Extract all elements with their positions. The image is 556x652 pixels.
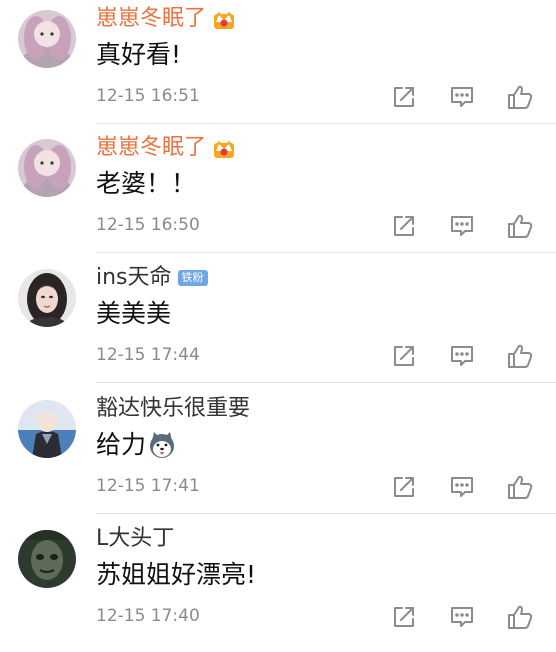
divider <box>96 123 556 124</box>
comment-text-value: 真好看! <box>96 40 182 69</box>
timestamp: 12-15 17:44 <box>96 345 200 365</box>
like-icon[interactable] <box>507 84 533 110</box>
timestamp: 12-15 16:51 <box>96 86 200 106</box>
avatar[interactable] <box>18 269 76 327</box>
like-icon[interactable] <box>507 604 533 630</box>
vip-crown-icon <box>212 137 236 159</box>
fan-badge: 铁粉 <box>177 270 208 286</box>
vip-crown-icon <box>212 8 236 30</box>
divider <box>96 252 556 253</box>
comment-text-value: 美美美 <box>96 299 172 328</box>
username[interactable]: 崽崽冬眠了 <box>96 4 206 34</box>
comment-item: 崽崽冬眠了 真好看! 12-15 16:51 <box>0 2 556 132</box>
name-row: 崽崽冬眠了 <box>96 133 236 163</box>
forward-icon[interactable] <box>391 604 417 630</box>
comment-icon[interactable] <box>449 213 475 239</box>
like-icon[interactable] <box>507 474 533 500</box>
forward-icon[interactable] <box>391 84 417 110</box>
comment-icon[interactable] <box>449 84 475 110</box>
comment-text: 老婆！！ <box>96 167 196 201</box>
divider <box>96 513 556 514</box>
like-icon[interactable] <box>507 343 533 369</box>
comment-icon[interactable] <box>449 604 475 630</box>
comment-text: 苏姐姐好漂亮! <box>96 558 256 592</box>
avatar[interactable] <box>18 139 76 197</box>
name-row: 豁达快乐很重要 <box>96 394 250 424</box>
name-row: ins天命 铁粉 <box>96 263 208 293</box>
username[interactable]: 豁达快乐很重要 <box>96 394 250 424</box>
avatar[interactable] <box>18 10 76 68</box>
comment-text: 美美美 <box>96 297 171 331</box>
comment-text-value: 给力 <box>96 430 147 459</box>
comment-item: L大头丁 苏姐姐好漂亮! 12-15 17:40 <box>0 522 556 652</box>
timestamp: 12-15 16:50 <box>96 215 200 235</box>
avatar[interactable] <box>18 530 76 588</box>
comment-text-value: 老婆！！ <box>96 169 197 198</box>
username[interactable]: L大头丁 <box>96 524 174 554</box>
timestamp: 12-15 17:41 <box>96 476 200 496</box>
name-row: L大头丁 <box>96 524 174 554</box>
username[interactable]: ins天命 <box>96 263 172 293</box>
timestamp: 12-15 17:40 <box>96 606 200 626</box>
like-icon[interactable] <box>507 213 533 239</box>
forward-icon[interactable] <box>391 474 417 500</box>
divider <box>96 382 556 383</box>
comment-text: 真好看! <box>96 38 181 72</box>
comment-icon[interactable] <box>449 343 475 369</box>
name-row: 崽崽冬眠了 <box>96 4 236 34</box>
username[interactable]: 崽崽冬眠了 <box>96 133 206 163</box>
husky-emoji-icon <box>148 431 176 459</box>
forward-icon[interactable] <box>391 213 417 239</box>
comment-item: ins天命 铁粉 美美美 12-15 17:44 <box>0 261 556 391</box>
forward-icon[interactable] <box>391 343 417 369</box>
comment-text-value: 苏姐姐好漂亮! <box>96 560 257 589</box>
comment-text: 给力 <box>96 428 176 462</box>
comment-item: 崽崽冬眠了 老婆！！ 12-15 16:50 <box>0 131 556 261</box>
comment-item: 豁达快乐很重要 给力 12-15 17:41 <box>0 392 556 522</box>
avatar[interactable] <box>18 400 76 458</box>
comment-icon[interactable] <box>449 474 475 500</box>
